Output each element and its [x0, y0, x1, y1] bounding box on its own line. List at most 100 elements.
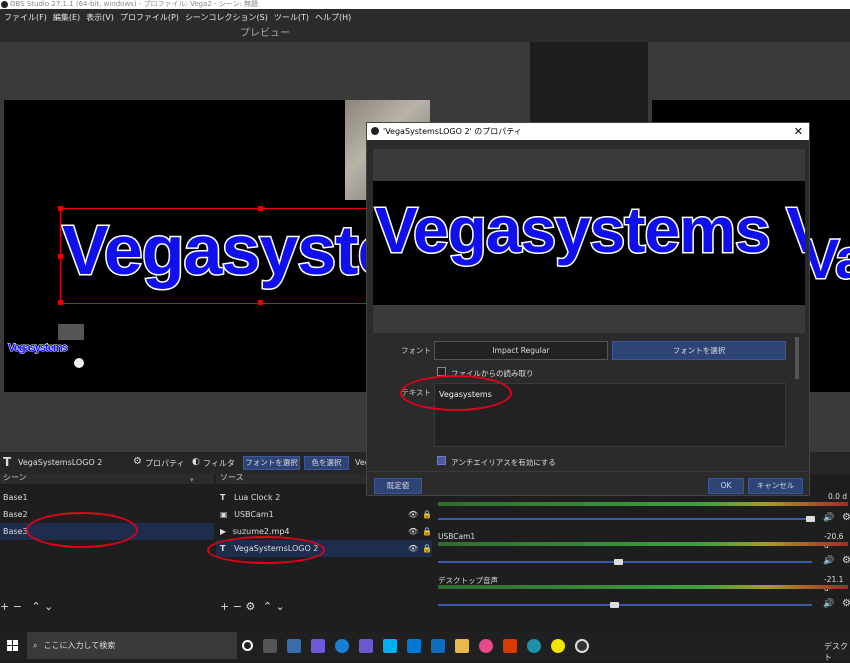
- resize-handle[interactable]: [258, 206, 263, 211]
- speaker-icon[interactable]: 🔊: [823, 556, 834, 566]
- dialog-title: 'VegaSystemsLOGO 2' のプロパティ: [383, 127, 522, 136]
- eye-icon[interactable]: 👁: [408, 523, 418, 540]
- menu-profile[interactable]: プロファイル(P): [120, 12, 179, 23]
- lock-icon[interactable]: 🔒: [422, 506, 432, 523]
- search-placeholder: ここに入力して検索: [43, 641, 116, 650]
- folder-icon[interactable]: [455, 638, 469, 653]
- source-name: suzume2.mp4: [232, 527, 290, 536]
- tray-text: デスクト: [824, 642, 848, 662]
- resize-handle[interactable]: [258, 300, 263, 305]
- windows-taskbar: ⌕ ここに入力して検索 デスクト: [0, 632, 850, 662]
- filters-button[interactable]: フィルタ: [203, 458, 235, 469]
- app-icon[interactable]: [359, 638, 373, 653]
- remove-source-button[interactable]: −: [233, 600, 242, 613]
- lock-icon[interactable]: 🔒: [422, 540, 432, 557]
- volume-slider[interactable]: [438, 561, 812, 563]
- volume-slider[interactable]: [438, 518, 812, 520]
- move-up-icon[interactable]: ⌃: [263, 600, 272, 613]
- speaker-icon[interactable]: 🔊: [823, 599, 834, 609]
- preview-header-right: [530, 26, 850, 42]
- preview-label: プレビュー: [0, 26, 530, 42]
- search-icon: ⌕: [33, 640, 38, 650]
- gear-icon[interactable]: ⚙: [245, 600, 255, 613]
- font-label: フォント: [401, 346, 431, 355]
- resize-handle[interactable]: [58, 254, 63, 259]
- menu-file[interactable]: ファイル(F): [4, 12, 47, 23]
- app-icon[interactable]: [479, 638, 493, 653]
- store-icon[interactable]: [407, 638, 421, 653]
- speaker-icon[interactable]: 🔊: [823, 513, 834, 523]
- window-titlebar: OBS Studio 27.1.1 (64-bit, windows) - プロ…: [0, 0, 850, 9]
- text-icon: T: [220, 493, 226, 502]
- divider: [367, 471, 809, 472]
- task-view-icon[interactable]: [263, 638, 277, 653]
- filter-icon[interactable]: ◐: [192, 457, 200, 467]
- resize-handle[interactable]: [58, 206, 63, 211]
- taskbar-search[interactable]: ⌕ ここに入力して検索: [27, 632, 237, 659]
- app-icon[interactable]: [311, 638, 325, 653]
- scrollbar[interactable]: [795, 337, 799, 379]
- dock-float-icon[interactable]: ▾: [190, 476, 194, 484]
- edge-icon[interactable]: [527, 638, 541, 653]
- eye-icon[interactable]: 👁: [408, 540, 418, 557]
- slider-knob[interactable]: [806, 516, 815, 522]
- gear-icon[interactable]: ⚙: [133, 456, 142, 467]
- add-source-button[interactable]: +: [220, 600, 229, 613]
- window-title: OBS Studio 27.1.1 (64-bit, windows) - プロ…: [10, 0, 259, 8]
- app-icon[interactable]: [287, 638, 301, 653]
- cancel-button[interactable]: キャンセル: [748, 478, 803, 494]
- obs-logo-icon: [371, 127, 379, 135]
- menu-help[interactable]: ヘルプ(H): [315, 12, 351, 23]
- mixer-db-1: 0.0 d: [828, 492, 848, 501]
- volume-meter: [438, 585, 848, 589]
- slider-knob[interactable]: [610, 602, 619, 608]
- office-icon[interactable]: [503, 638, 517, 653]
- remove-scene-button[interactable]: −: [13, 600, 22, 613]
- source-item[interactable]: ▣ USBCam1 👁 🔒: [216, 506, 432, 523]
- color-select-button[interactable]: 色を選択: [304, 456, 349, 470]
- volume-meter: [438, 502, 848, 506]
- scene-item-base1[interactable]: Base1: [0, 489, 214, 506]
- resize-handle[interactable]: [58, 300, 63, 305]
- scenes-header: シーン: [0, 474, 214, 484]
- selection-box[interactable]: [58, 206, 380, 305]
- font-select-button[interactable]: フォントを選択: [243, 456, 300, 470]
- properties-dialog: 'VegaSystemsLOGO 2' のプロパティ ✕ Vegasystems…: [366, 122, 810, 496]
- eye-icon[interactable]: 👁: [408, 506, 418, 523]
- highlight-ellipse-text: [400, 375, 512, 411]
- clock-icon: [74, 358, 84, 368]
- move-up-icon[interactable]: ⌃: [31, 600, 40, 613]
- audio-mixer: 0.0 d 🔊 ⚙ USBCam1 -20.6 d 🔊 ⚙ デスクトップ音声 -…: [434, 474, 850, 624]
- move-down-icon[interactable]: ⌄: [44, 600, 53, 613]
- app-icon[interactable]: [551, 638, 565, 653]
- move-down-icon[interactable]: ⌄: [276, 600, 285, 613]
- scenes-panel: シーン ▾ Base1 Base2 Base3 + − ⌃ ⌄: [0, 474, 214, 624]
- gear-icon[interactable]: ⚙: [842, 512, 850, 523]
- antialias-checkbox[interactable]: [437, 456, 446, 465]
- defaults-button[interactable]: 既定値: [374, 478, 422, 494]
- obs-taskbar-icon[interactable]: [575, 638, 589, 653]
- close-icon[interactable]: ✕: [794, 123, 803, 140]
- current-source-name: VegaSystemsLOGO 2: [18, 458, 103, 467]
- gear-icon[interactable]: ⚙: [842, 598, 850, 609]
- menu-edit[interactable]: 編集(E): [53, 12, 80, 23]
- menu-scene-collection[interactable]: シーンコレクション(S): [185, 12, 268, 23]
- edge-legacy-icon[interactable]: [335, 638, 349, 653]
- skype-icon[interactable]: [383, 638, 397, 653]
- dialog-font-select-button[interactable]: フォントを選択: [612, 341, 786, 360]
- properties-button[interactable]: プロパティ: [145, 458, 185, 469]
- small-logo-text: Vegasystems: [8, 342, 69, 355]
- windows-start-icon[interactable]: [7, 640, 18, 651]
- menu-view[interactable]: 表示(V): [86, 12, 114, 23]
- lock-icon[interactable]: 🔒: [422, 523, 432, 540]
- ok-button[interactable]: OK: [708, 478, 744, 494]
- slider-knob[interactable]: [614, 559, 623, 565]
- small-thumbnail: [58, 324, 84, 340]
- cortana-icon[interactable]: [242, 640, 253, 651]
- gear-icon[interactable]: ⚙: [842, 555, 850, 566]
- menu-tools[interactable]: ツール(T): [274, 12, 309, 23]
- add-scene-button[interactable]: +: [0, 600, 9, 613]
- source-name: Lua Clock 2: [234, 493, 281, 502]
- volume-slider[interactable]: [438, 604, 812, 606]
- mail-icon[interactable]: [431, 638, 445, 653]
